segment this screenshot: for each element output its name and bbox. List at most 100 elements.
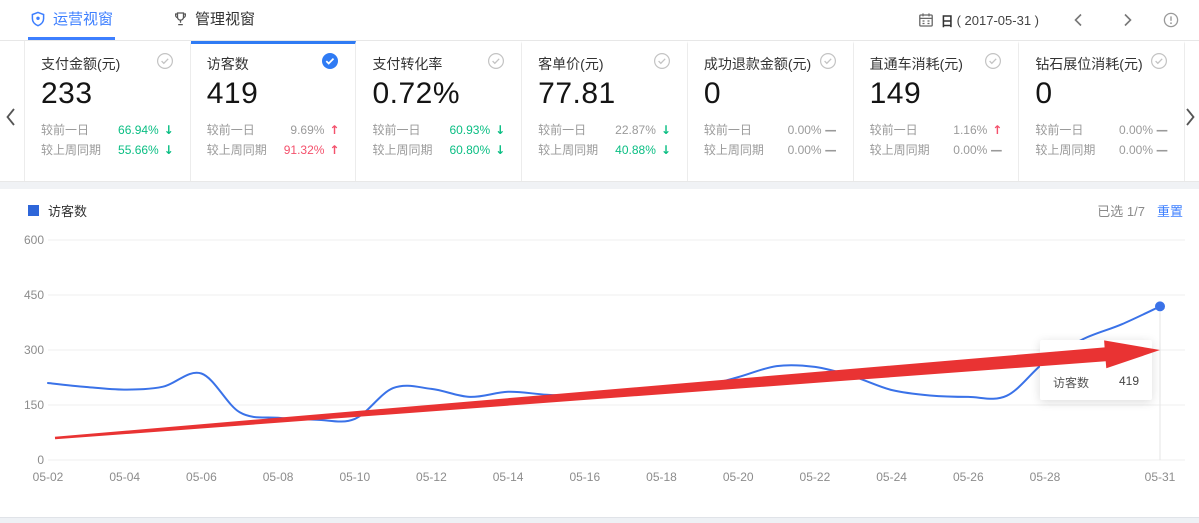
tab-operations-view[interactable]: 运营视窗 xyxy=(28,0,115,40)
unchecked-circle-icon[interactable] xyxy=(1150,52,1168,70)
next-date-button[interactable] xyxy=(1119,12,1137,28)
section-divider xyxy=(0,182,1199,189)
comparison-value: 9.69% xyxy=(290,120,324,140)
bottom-bar xyxy=(0,517,1199,523)
shield-icon xyxy=(30,11,46,27)
comparison-row: 较前一日1.16%↑ xyxy=(870,120,1003,140)
carousel-left-icon[interactable] xyxy=(3,105,17,129)
x-axis-label: 05-02 xyxy=(33,470,64,484)
comparison-value: 66.94% xyxy=(118,120,159,140)
card-zhitongche-cost[interactable]: 直通车消耗(元)149较前一日1.16%↑较上周同期0.00%— xyxy=(854,41,1020,181)
comparison-row: 较前一日 0.00%— xyxy=(1035,120,1168,140)
info-icon[interactable] xyxy=(1163,12,1179,28)
x-axis-label: 05-18 xyxy=(646,470,677,484)
checked-circle-icon[interactable] xyxy=(321,52,339,70)
legend-item-visitors[interactable]: 访客数 xyxy=(28,201,87,220)
chart-legend-row: 访客数 已选 1/7 重置 xyxy=(28,199,1183,221)
trend-down-icon: ↓ xyxy=(490,140,505,160)
metric-title: 钻石展位消耗(元) xyxy=(1035,54,1142,74)
comparison-label: 较上周同期 xyxy=(41,140,101,160)
tooltip-value: 419 xyxy=(1119,374,1139,391)
comparison-label: 较前一日 xyxy=(41,120,89,140)
metric-title: 成功退款金额(元) xyxy=(704,54,811,74)
x-axis-label: 05-31 xyxy=(1145,470,1176,484)
comparison-label: 较前一日 xyxy=(372,120,420,140)
card-customer-unit-price[interactable]: 客单价(元) 77.81 较前一日22.87%↓较上周同期40.88%↓ xyxy=(522,41,688,181)
carousel-right-icon[interactable] xyxy=(1183,105,1197,129)
x-axis-label: 05-10 xyxy=(339,470,370,484)
comparison-value: 60.93% xyxy=(449,120,490,140)
x-axis-label: 05-14 xyxy=(493,470,524,484)
trend-down-icon: ↓ xyxy=(490,120,505,140)
unchecked-circle-icon[interactable] xyxy=(653,52,671,70)
unchecked-circle-icon[interactable] xyxy=(819,52,837,70)
comparison-row: 较上周同期40.88%↓ xyxy=(538,140,671,160)
visitors-line xyxy=(48,306,1160,421)
comparison-value: 91.32% xyxy=(284,140,325,160)
x-axis-label: 05-28 xyxy=(1030,470,1061,484)
unchecked-circle-icon[interactable] xyxy=(487,52,505,70)
trend-down-icon: ↓ xyxy=(656,140,671,160)
unchecked-circle-icon[interactable] xyxy=(984,52,1002,70)
tab-label: 管理视窗 xyxy=(195,8,255,29)
prev-date-button[interactable] xyxy=(1069,12,1087,28)
visitors-line-chart[interactable]: 015030045060005-0205-0405-0605-0805-1005… xyxy=(0,189,1199,517)
metric-title: 客单价(元) xyxy=(538,54,603,74)
calendar-icon[interactable] xyxy=(918,12,934,28)
x-axis-label: 05-06 xyxy=(186,470,217,484)
trend-chart-section: 访客数 已选 1/7 重置 015030045060005-0205-0405-… xyxy=(0,189,1199,517)
trend-flat-icon: — xyxy=(1153,120,1168,140)
card-refund-amount[interactable]: 成功退款金额(元)0较前一日0.00%—较上周同期0.00%— xyxy=(688,41,854,181)
card-payment-amount[interactable]: 支付金额(元) 233 较前一日 66.94%↓较上周同期55.66%↓ xyxy=(25,41,191,181)
comparison-row: 较前一日0.00%— xyxy=(704,120,837,140)
card-diamond-booth-cost[interactable]: 钻石展位消耗(元)0较前一日0.00%—较上周同期0.00%— xyxy=(1019,41,1185,181)
card-visitor-count[interactable]: 访客数419较前一日9.69%↑较上周同期91.32%↑ xyxy=(191,41,357,181)
tooltip-series-label: 访客数 xyxy=(1053,374,1089,391)
comparison-label: 较前一日 xyxy=(1035,120,1083,140)
comparison-label: 较前一日 xyxy=(704,120,752,140)
legend-label: 访客数 xyxy=(48,201,87,220)
comparison-row: 较上周同期55.66%↓ xyxy=(41,140,174,160)
date-value: ( 2017-05-31 ) xyxy=(957,13,1039,28)
view-tabs: 运营视窗 管理视窗 xyxy=(0,0,313,40)
metric-value: 77.81 xyxy=(538,77,671,111)
x-axis-label: 05-16 xyxy=(569,470,600,484)
card-payment-conversion-rate[interactable]: 支付转化率 0.72% 较前一日 60.93%↓ 较上周同期 60.80%↓ xyxy=(356,41,522,181)
metric-title: 访客数 xyxy=(207,54,249,74)
legend-swatch-icon xyxy=(28,205,39,216)
tooltip-date: 05-31 xyxy=(1053,349,1139,363)
x-axis-label: 05-04 xyxy=(109,470,140,484)
y-axis-label: 600 xyxy=(24,233,44,247)
comparison-label: 较前一日 xyxy=(207,120,255,140)
metric-title: 直通车消耗(元) xyxy=(870,54,963,74)
metric-title: 支付金额(元) xyxy=(41,54,120,74)
metric-value: 0 xyxy=(1035,77,1168,111)
comparison-label: 较上周同期 xyxy=(372,140,432,160)
metric-value: 233 xyxy=(41,77,174,111)
x-axis-label: 05-12 xyxy=(416,470,447,484)
tab-management-view[interactable]: 管理视窗 xyxy=(171,0,257,40)
trend-up-icon: ↑ xyxy=(324,120,339,140)
unchecked-circle-icon[interactable] xyxy=(156,52,174,70)
x-axis-label: 05-26 xyxy=(953,470,984,484)
metric-title: 支付转化率 xyxy=(372,54,442,74)
x-axis-label: 05-22 xyxy=(800,470,831,484)
metric-value: 0.72% xyxy=(372,77,505,111)
end-point-dot xyxy=(1155,301,1165,311)
trend-down-icon: ↓ xyxy=(159,140,174,160)
tab-label: 运营视窗 xyxy=(53,8,113,29)
comparison-label: 较上周同期 xyxy=(207,140,267,160)
comparison-label: 较上周同期 xyxy=(538,140,598,160)
comparison-row: 较前一日22.87%↓ xyxy=(538,120,671,140)
comparison-value: 0.00% xyxy=(1119,120,1153,140)
y-axis-label: 300 xyxy=(24,343,44,357)
comparison-value: 0.00% xyxy=(788,120,822,140)
date-granularity[interactable]: 日 xyxy=(941,11,954,30)
comparison-value: 60.80% xyxy=(449,140,490,160)
metric-value: 149 xyxy=(870,77,1003,111)
reset-link[interactable]: 重置 xyxy=(1157,201,1183,220)
comparison-label: 较上周同期 xyxy=(704,140,764,160)
metric-value: 0 xyxy=(704,77,837,111)
metric-value: 419 xyxy=(207,77,340,111)
x-axis-label: 05-20 xyxy=(723,470,754,484)
